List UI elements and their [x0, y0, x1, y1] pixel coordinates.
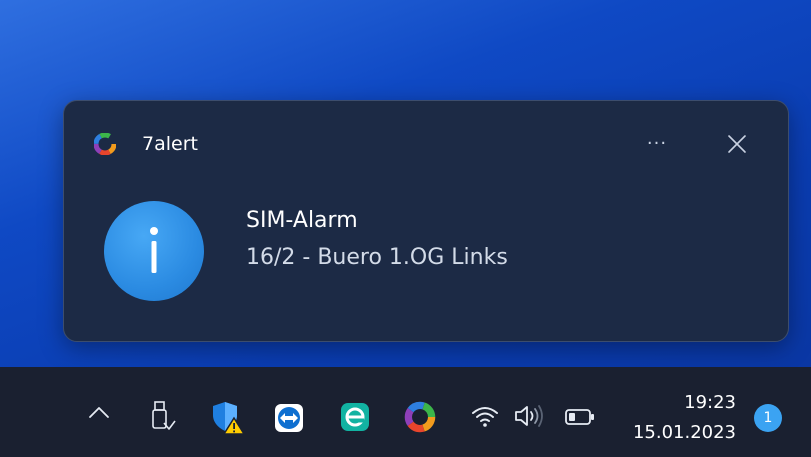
taskbar: 19:23 15.01.2023 1 — [0, 367, 811, 457]
teamviewer-icon[interactable] — [274, 403, 304, 433]
clock-time[interactable]: 19:23 — [640, 391, 736, 415]
7alert-icon[interactable] — [404, 401, 436, 433]
notification-count-badge[interactable]: 1 — [754, 404, 782, 432]
chevron-up-icon[interactable] — [86, 402, 112, 422]
clock-date[interactable]: 15.01.2023 — [610, 421, 736, 445]
info-glyph — [150, 227, 158, 273]
windows-security-warning-icon[interactable] — [210, 399, 246, 435]
notification-body: 16/2 - Buero 1.OG Links — [246, 245, 508, 270]
battery-icon[interactable] — [564, 407, 596, 427]
wallpaper-streak — [0, 0, 128, 10]
speaker-icon[interactable] — [512, 403, 546, 429]
close-icon[interactable] — [724, 131, 750, 157]
wifi-icon[interactable] — [470, 403, 500, 429]
notification-title: SIM-Alarm — [246, 208, 358, 233]
more-options-button[interactable]: ··· — [642, 129, 672, 159]
eset-icon[interactable] — [340, 402, 370, 432]
info-icon — [104, 201, 204, 301]
app-name: 7alert — [142, 133, 198, 155]
desktop-wallpaper: 7alert ··· SIM-Alarm 16/2 - Buero 1.OG L… — [0, 0, 811, 367]
7alert-logo-icon — [94, 133, 116, 155]
notification-toast[interactable]: 7alert ··· SIM-Alarm 16/2 - Buero 1.OG L… — [63, 100, 789, 342]
usb-drive-icon[interactable] — [148, 399, 176, 435]
